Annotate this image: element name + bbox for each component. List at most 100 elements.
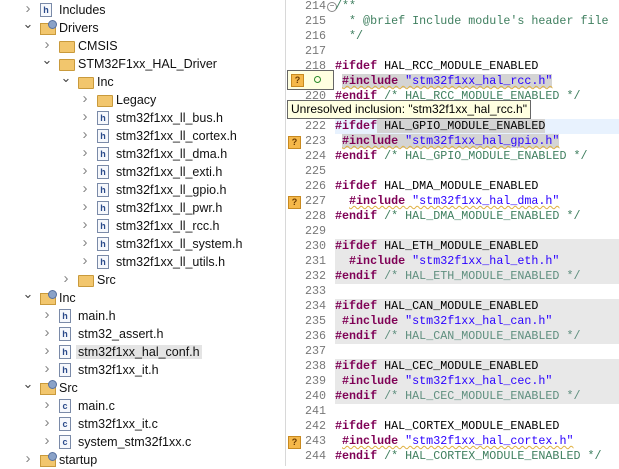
code-line[interactable]: 233 [286,284,619,299]
tree-item[interactable]: › h stm32f1xx_ll_pwr.h [0,199,285,217]
code-line[interactable]: ? 243 #include "stm32f1xx_hal_cortex.h" [286,434,619,449]
chevron-right-icon[interactable]: › [41,307,53,322]
tree-item[interactable]: › c system_stm32f1xx.c [0,433,285,451]
code-line[interactable]: 225 [286,164,619,179]
code-line[interactable]: 244 #endif /* HAL_CORTEX_MODULE_ENABLED *… [286,449,619,464]
code-token: */ [335,29,364,43]
code-line[interactable]: 240 #endif /* HAL_CEC_MODULE_ENABLED */ [286,389,619,404]
code-line[interactable]: 238 #ifdef HAL_CEC_MODULE_ENABLED [286,359,619,374]
tree-item[interactable]: › Src [0,271,285,289]
tree-item[interactable]: ⌄ Src [0,377,285,397]
tree-item[interactable]: ⌄ STM32F1xx_HAL_Driver [0,53,285,73]
code-line[interactable]: 228 #endif /* HAL_DMA_MODULE_ENABLED */ [286,209,619,224]
line-number: 226 [304,179,326,193]
code-line[interactable]: 232 #endif /* HAL_ETH_MODULE_ENABLED */ [286,269,619,284]
code-line[interactable]: 235 #include "stm32f1xx_hal_can.h" [286,314,619,329]
code-token: #include [342,434,399,448]
tree-item[interactable]: › h stm32f1xx_ll_dma.h [0,145,285,163]
code-line[interactable]: 219 #include "stm32f1xx_hal_rcc.h" [286,74,619,89]
chevron-right-icon[interactable]: › [41,397,53,412]
chevron-right-icon[interactable]: › [60,271,72,286]
tree-item[interactable]: › h Includes [0,1,285,19]
quick-fix-icon[interactable] [314,76,321,83]
code-editor[interactable]: 214−/** 215 * @brief Include module's hea… [286,0,619,466]
code-line[interactable]: 239 #include "stm32f1xx_hal_cec.h" [286,374,619,389]
tree-item[interactable]: › c main.c [0,397,285,415]
code-text: */ [335,29,619,44]
code-line[interactable]: 241 [286,404,619,419]
tree-item-label: main.h [78,309,116,323]
code-line[interactable]: 234 #ifdef HAL_CAN_MODULE_ENABLED [286,299,619,314]
tree-item[interactable]: › h stm32f1xx_it.h [0,361,285,379]
tree-item[interactable]: › h stm32f1xx_ll_rcc.h [0,217,285,235]
code-line[interactable]: 217 [286,44,619,59]
line-number: 214 [304,0,326,13]
tree-item[interactable]: › h stm32_assert.h [0,325,285,343]
chevron-right-icon[interactable]: › [41,433,53,448]
tree-item-label: Src [59,381,78,395]
code-line[interactable]: ? 223 #include "stm32f1xx_hal_gpio.h" [286,134,619,149]
tree-item[interactable]: › h stm32f1xx_ll_bus.h [0,109,285,127]
code-line[interactable]: 215 * @brief Include module's header fil… [286,14,619,29]
tree-item[interactable]: › c stm32f1xx_it.c [0,415,285,433]
tree-item[interactable]: › h stm32f1xx_ll_exti.h [0,163,285,181]
tree-item[interactable]: › h stm32f1xx_ll_gpio.h [0,181,285,199]
chevron-right-icon[interactable]: › [22,451,34,466]
tree-item[interactable]: ⌄ Drivers [0,17,285,37]
tree-item[interactable]: › h stm32f1xx_ll_cortex.h [0,127,285,145]
code-line[interactable]: 214−/** [286,0,619,14]
tree-item[interactable]: ⌄ Inc [0,71,285,91]
chevron-right-icon[interactable]: › [79,217,91,232]
tree-item[interactable]: › Legacy [0,91,285,109]
chevron-right-icon[interactable]: › [79,145,91,160]
line-number: 237 [304,344,326,358]
source-folder-icon [40,452,57,467]
chevron-right-icon[interactable]: › [41,415,53,430]
code-line[interactable]: 230 #ifdef HAL_ETH_MODULE_ENABLED [286,239,619,254]
chevron-down-icon[interactable]: ⌄ [22,17,34,30]
chevron-right-icon[interactable]: › [79,235,91,250]
tree-item[interactable]: › h stm32f1xx_ll_utils.h [0,253,285,271]
chevron-right-icon[interactable]: › [79,91,91,106]
chevron-right-icon[interactable]: › [79,199,91,214]
tree-item[interactable]: › h stm32f1xx_hal_conf.h [0,343,285,361]
header-file-icon: h [59,363,71,377]
tree-item-label: STM32F1xx_HAL_Driver [78,57,217,71]
tree-item[interactable]: › h main.h [0,307,285,325]
code-line[interactable]: 216 */ [286,29,619,44]
chevron-down-icon[interactable]: ⌄ [22,287,34,300]
line-number: 229 [304,224,326,238]
chevron-right-icon[interactable]: › [79,181,91,196]
code-line[interactable]: 229 [286,224,619,239]
code-line[interactable]: 224 #endif /* HAL_GPIO_MODULE_ENABLED */ [286,149,619,164]
chevron-right-icon[interactable]: › [41,361,53,376]
tree-item[interactable]: › startup [0,451,285,469]
tree-item[interactable]: ⌄ Inc [0,287,285,307]
chevron-right-icon[interactable]: › [22,1,34,16]
chevron-right-icon[interactable]: › [79,253,91,268]
code-line[interactable]: 236 #endif /* HAL_CAN_MODULE_ENABLED */ [286,329,619,344]
chevron-right-icon[interactable]: › [79,127,91,142]
line-number: 228 [304,209,326,223]
chevron-right-icon[interactable]: › [79,109,91,124]
code-line[interactable]: 222 #ifdef HAL_GPIO_MODULE_ENABLED [286,119,619,134]
chevron-down-icon[interactable]: ⌄ [22,377,34,390]
chevron-right-icon[interactable]: › [79,163,91,178]
line-number: 224 [304,149,326,163]
unresolved-warning-icon[interactable]: ? [291,74,304,87]
chevron-right-icon[interactable]: › [41,325,53,340]
code-line[interactable]: 242 #ifdef HAL_CORTEX_MODULE_ENABLED [286,419,619,434]
tree-item[interactable]: › h stm32f1xx_ll_system.h [0,235,285,253]
chevron-down-icon[interactable]: ⌄ [60,71,72,84]
chevron-down-icon[interactable]: ⌄ [41,53,53,66]
tree-item-label: Src [97,273,116,287]
code-line[interactable]: ? 227 #include "stm32f1xx_hal_dma.h" [286,194,619,209]
code-token: #ifdef [335,239,378,253]
code-text: #endif /* HAL_DMA_MODULE_ENABLED */ [335,209,619,224]
code-line[interactable]: 218 #ifdef HAL_RCC_MODULE_ENABLED [286,59,619,74]
code-line[interactable]: 237 [286,344,619,359]
chevron-right-icon[interactable]: › [41,343,53,358]
code-line[interactable]: 231 #include "stm32f1xx_hal_eth.h" [286,254,619,269]
chevron-right-icon[interactable]: › [41,37,53,52]
code-line[interactable]: 226 #ifdef HAL_DMA_MODULE_ENABLED [286,179,619,194]
